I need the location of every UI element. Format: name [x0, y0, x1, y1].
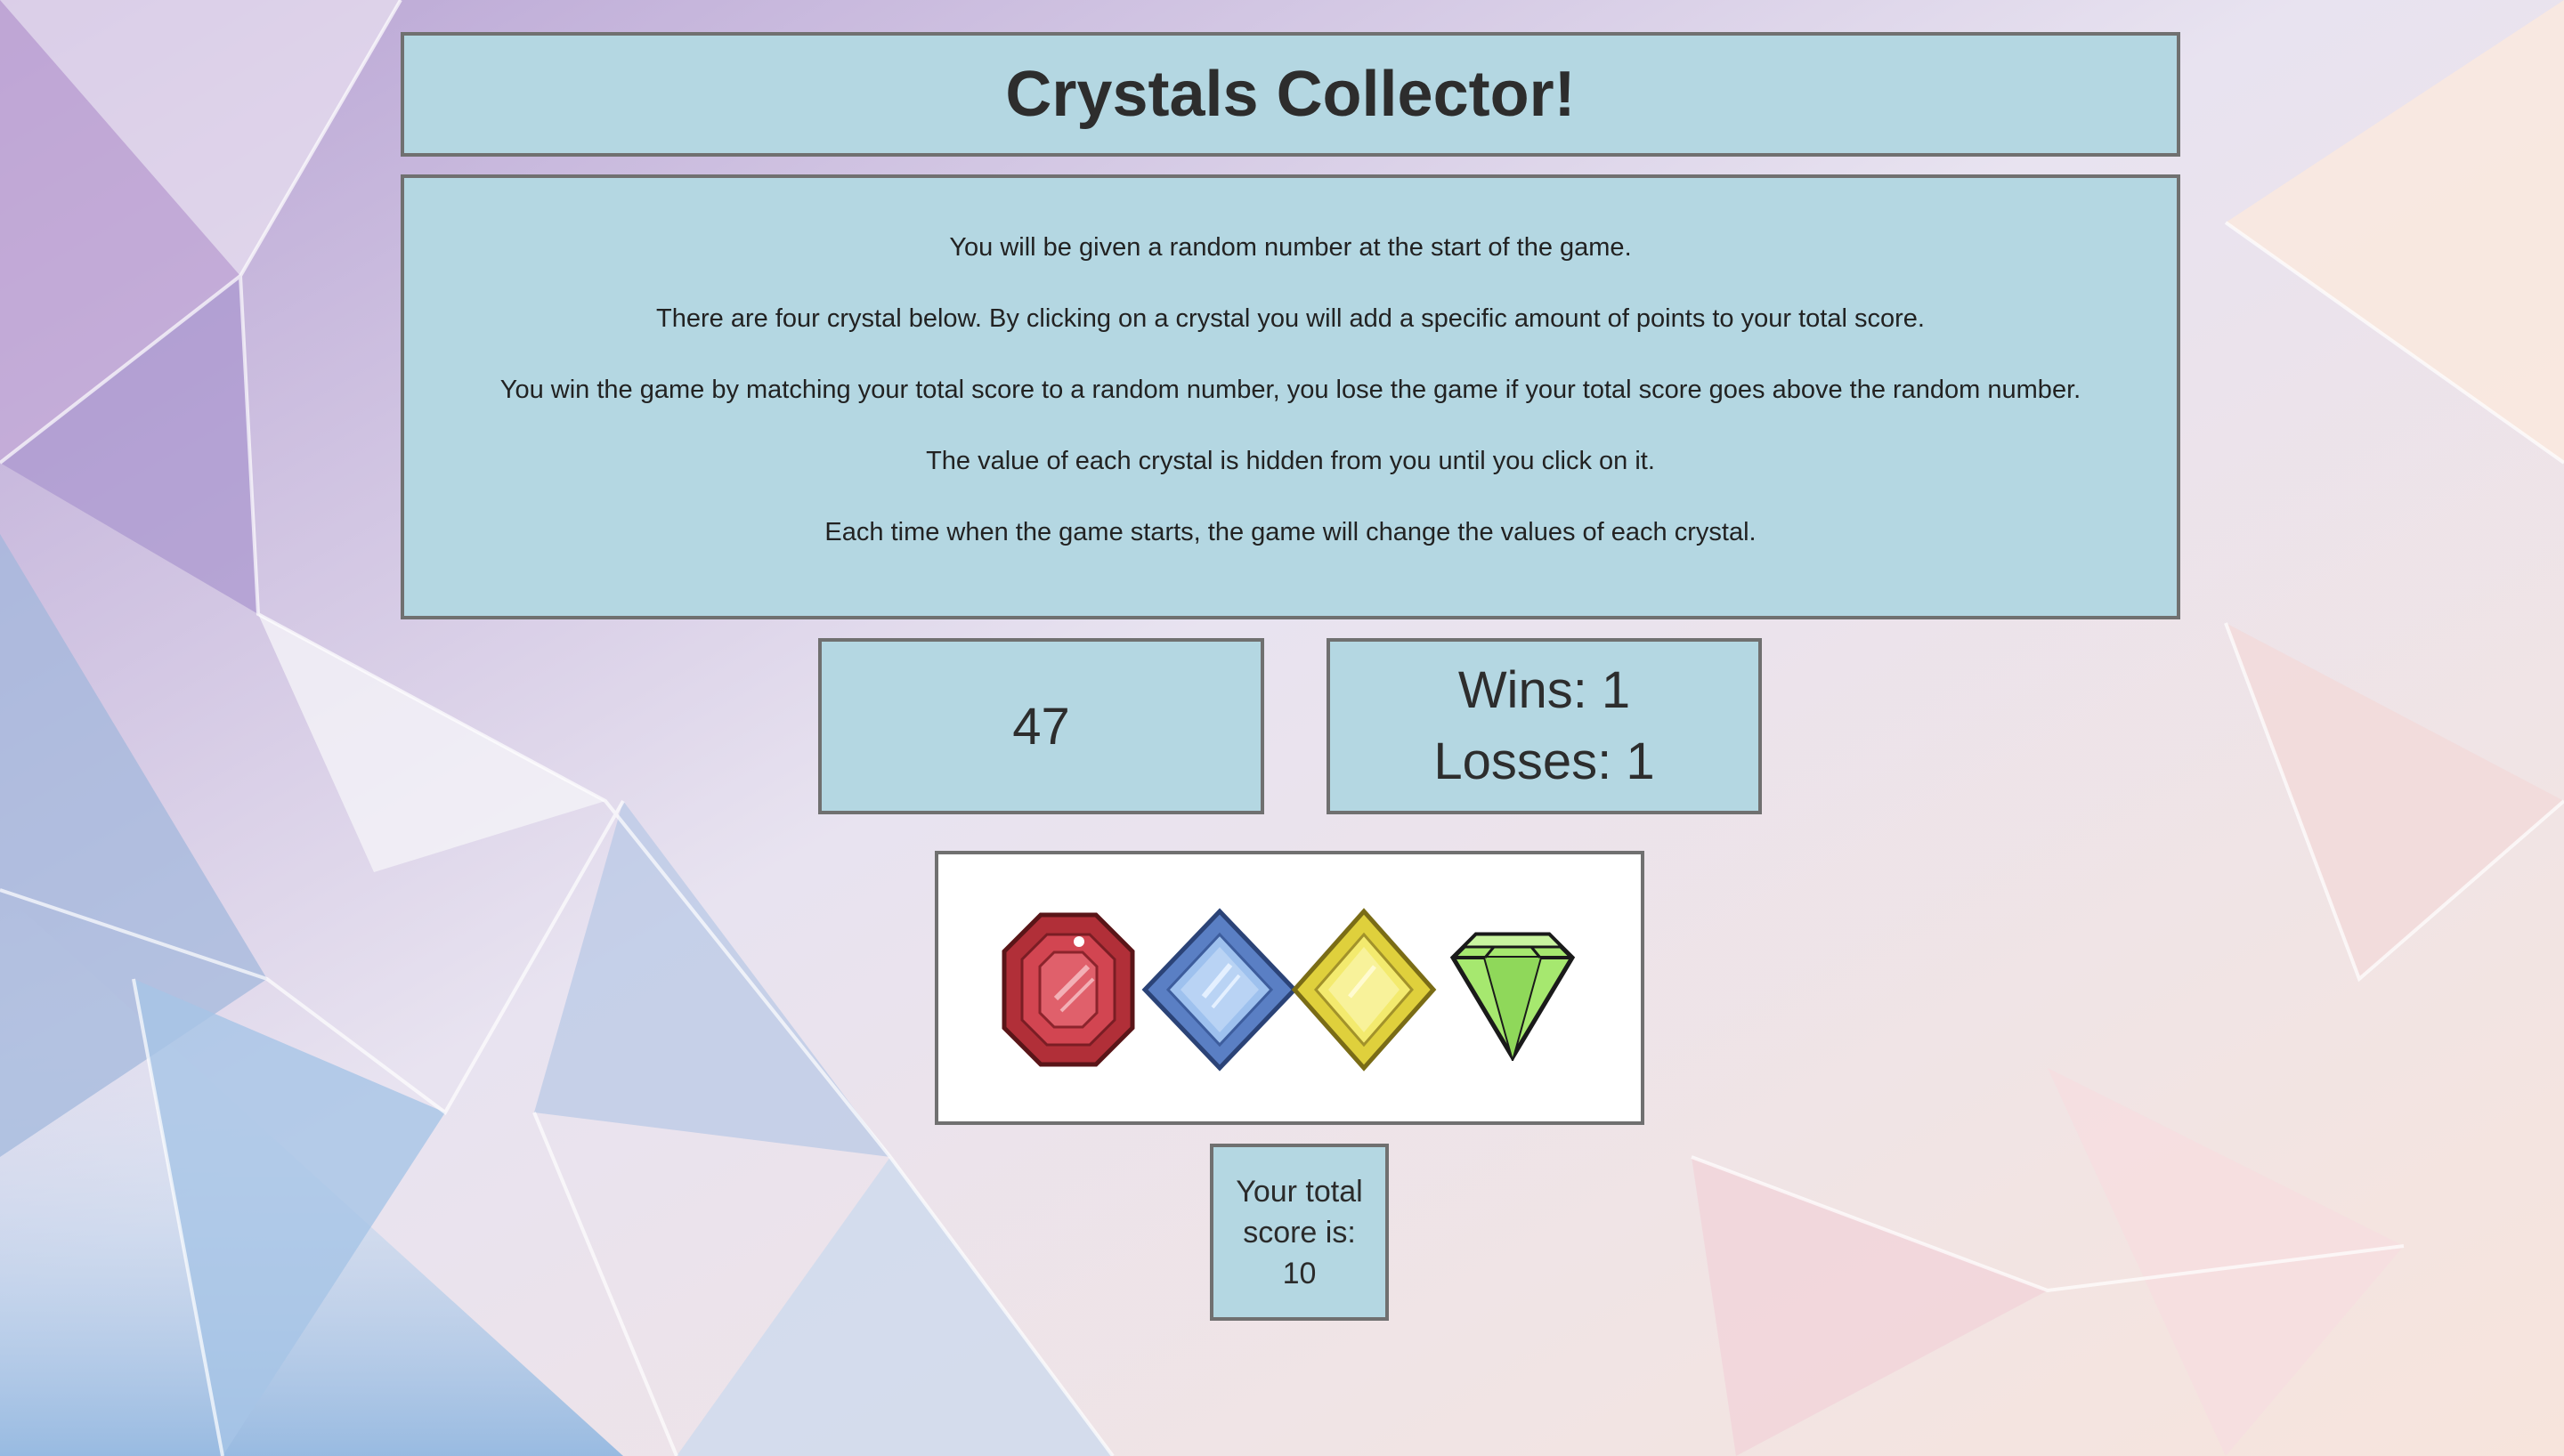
red-crystal-button[interactable]	[1001, 911, 1136, 1068]
wins-count: Wins: 1	[1457, 661, 1631, 719]
blue-crystal-button[interactable]	[1141, 908, 1298, 1072]
instructions-panel: You will be given a random number at the…	[401, 174, 2180, 619]
win-loss-box: Wins: 1 Losses: 1	[1327, 638, 1762, 814]
blue-crystal-icon	[1141, 908, 1298, 1072]
instruction-line: You win the game by matching your total …	[499, 376, 2081, 404]
score-label-line2: score is:	[1243, 1215, 1356, 1250]
random-number: 47	[1012, 697, 1070, 756]
title-banner: Crystals Collector!	[401, 32, 2180, 157]
green-crystal-button[interactable]	[1449, 931, 1576, 1064]
yellow-crystal-icon	[1291, 908, 1437, 1072]
red-crystal-icon	[1002, 912, 1135, 1067]
instruction-line: You will be given a random number at the…	[949, 233, 1632, 262]
instruction-line: Each time when the game starts, the game…	[824, 518, 1757, 546]
page-title: Crystals Collector!	[1005, 59, 1576, 130]
score-label-line1: Your total	[1236, 1174, 1363, 1209]
total-score-box: Your total score is: 10	[1210, 1144, 1389, 1321]
instruction-line: There are four crystal below. By clickin…	[656, 304, 1925, 333]
green-crystal-icon	[1449, 932, 1576, 1064]
total-score-value: 10	[1282, 1256, 1317, 1290]
random-number-box: 47	[818, 638, 1264, 814]
crystal-panel	[935, 851, 1644, 1125]
losses-count: Losses: 1	[1433, 732, 1655, 790]
instruction-line: The value of each crystal is hidden from…	[926, 447, 1655, 475]
yellow-crystal-button[interactable]	[1291, 908, 1437, 1072]
